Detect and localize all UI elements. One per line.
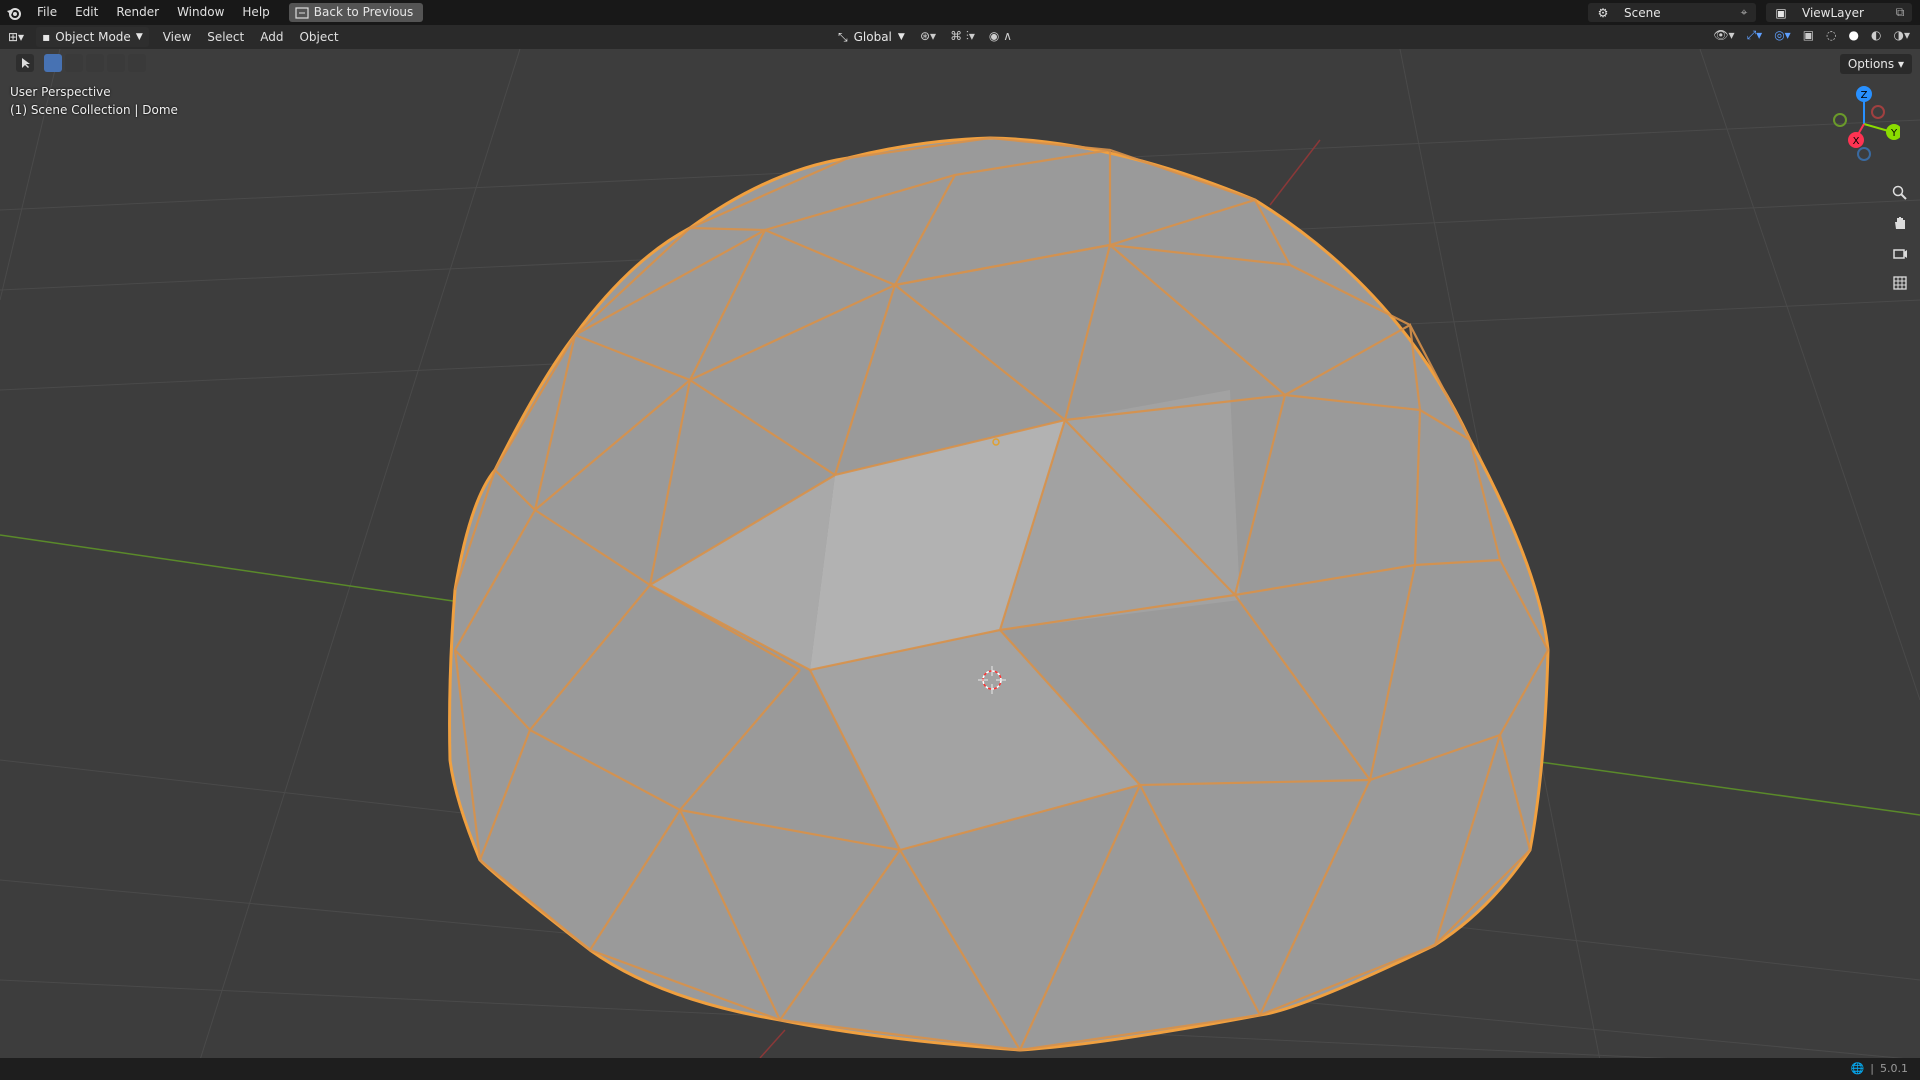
snap-icon[interactable]: ⌘ ⫶▾ [950,29,975,44]
options-label: Options [1847,57,1895,71]
back-to-previous-button[interactable]: Back to Previous [288,3,424,22]
select-subtract-icon[interactable] [86,54,104,72]
select-tool-icon[interactable] [16,54,34,72]
zoom-icon[interactable] [1888,181,1912,205]
status-bar: 🌐 | 5.0.1 [0,1058,1920,1080]
menu-object[interactable]: Object [291,27,346,47]
shading-controls: 👁▾ ⤢▾ ◎▾ ▣ ◌ ● ◐ ◑▾ [1713,28,1910,43]
options-dropdown[interactable]: Options ▾ [1839,54,1912,74]
grid-perspective-icon[interactable] [1888,271,1912,295]
overlay-toggle-icon[interactable]: ◎▾ [1774,28,1791,43]
pan-hand-icon[interactable] [1888,211,1912,235]
object-mode-dropdown[interactable]: ▪ Object Mode ▼ [36,27,149,47]
solid-shading-icon[interactable]: ● [1849,28,1859,43]
tool-header-row [0,49,1920,77]
view-layer-selector[interactable]: ▣ ViewLayer ⧉ [1766,3,1912,22]
viewport-header: ⊞▾ ▪ Object Mode ▼ View Select Add Objec… [0,25,1920,49]
version-separator: | [1870,1062,1874,1075]
proportional-edit-icon[interactable]: ◉ ∧ [989,29,1012,44]
scene-name: Scene [1624,5,1661,20]
perspective-label: User Perspective [10,85,111,99]
pin-icon[interactable]: ⌖ [1732,5,1756,20]
menu-select[interactable]: Select [199,27,252,47]
menu-window[interactable]: Window [168,0,233,25]
transform-orientation-label: Global [853,30,892,44]
y-axis-line [0,534,461,603]
view-layer-name: ViewLayer [1802,5,1864,20]
select-extend-icon[interactable] [65,54,83,72]
menu-view[interactable]: View [155,27,199,47]
dome-mesh[interactable] [448,136,1550,1052]
gizmo-x-label: X [1853,136,1860,147]
scene-canvas [0,49,1920,1058]
navigation-gizmo[interactable]: Z Y X [1828,84,1900,164]
scene-selector[interactable]: ⚙ Scene ⌖ [1588,3,1756,22]
visibility-icon[interactable]: 👁▾ [1713,28,1734,43]
chevron-down-icon: ▼ [897,32,905,42]
menu-help[interactable]: Help [233,0,278,25]
blender-version: 5.0.1 [1880,1062,1908,1075]
transform-orientation-dropdown[interactable]: ⤡ Global ▼ [838,27,905,47]
gizmo-toggle-icon[interactable]: ⤢▾ [1747,28,1763,43]
pivot-icon[interactable]: ⊛▾ [920,29,936,44]
top-menu-bar: File Edit Render Window Help Back to Pre… [0,0,1920,25]
wireframe-shading-icon[interactable]: ◌ [1826,28,1836,43]
y-axis-line-right [1539,761,1920,816]
editor-type-icon[interactable]: ⊞▾ [0,27,32,47]
snapping-controls: ⊛▾ ⌘ ⫶▾ ◉ ∧ [920,29,1012,44]
menu-render[interactable]: Render [107,0,168,25]
menu-edit[interactable]: Edit [66,0,107,25]
globe-icon: 🌐 [1850,1062,1865,1075]
menu-add[interactable]: Add [252,27,291,47]
select-invert-icon[interactable] [107,54,125,72]
menu-file[interactable]: File [28,0,66,25]
blender-logo-icon[interactable] [0,0,28,25]
new-layer-icon[interactable]: ⧉ [1888,5,1912,20]
gizmo-y-label: Y [1890,128,1898,139]
select-mode-buttons [44,54,146,72]
rendered-shading-icon[interactable]: ◑▾ [1894,28,1911,43]
chevron-down-icon: ▼ [135,32,143,42]
3d-viewport[interactable]: User Perspective (1) Scene Collection | … [0,49,1920,1058]
collection-label: (1) Scene Collection | Dome [10,103,178,117]
gizmo-z-label: Z [1861,90,1868,101]
object-mode-icon: ▪ [42,30,51,44]
object-mode-label: Object Mode [55,30,131,44]
back-to-previous-label: Back to Previous [313,5,414,19]
scene-icon: ⚙ [1597,5,1609,20]
xray-icon[interactable]: ▣ [1803,28,1814,43]
view-layer-icon: ▣ [1775,5,1787,20]
transform-orientation-icon: ⤡ [838,29,848,44]
x-axis-line-bottom [759,1029,786,1058]
camera-icon[interactable] [1888,241,1912,265]
back-icon [295,6,309,19]
material-shading-icon[interactable]: ◐ [1871,28,1881,43]
select-box-icon[interactable] [44,54,62,72]
select-intersect-icon[interactable] [128,54,146,72]
